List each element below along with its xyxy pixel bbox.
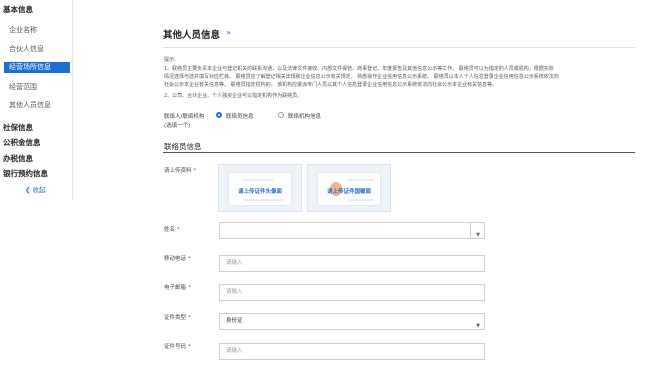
id-type-label: 证件类型 * [164,315,191,321]
required-asterisk: * [188,344,191,350]
sidebar-item-tax-info[interactable]: 办税信息 [0,154,75,164]
sidebar-item-basic-info[interactable]: 基本信息 [0,5,75,15]
chevron-down-icon: ▼ [476,232,480,238]
sidebar-item-partner-info[interactable]: 合伙人信息 [0,44,81,54]
section-title: 联络员信息 [164,142,202,151]
notice-line-1: 1、联络员主要负责本企业与登记机关的联系沟通，以及法律文件接收、内部文件保管、商… [164,66,554,72]
sidebar-item-housing-fund[interactable]: 公积金信息 [0,138,75,148]
name-label: 姓名 * [164,227,180,233]
required-asterisk: * [188,256,191,262]
notice-line-4: 2、公司、合伙企业、个人独资企业可以指定机构作为联络员。 [164,93,303,99]
sidebar-item-other-personnel[interactable]: 其他人员信息 [0,100,81,110]
email-input[interactable]: 请输入 [219,284,485,301]
contact-type-label: 联络人/联络机构 [164,114,205,120]
double-chevron-down-icon[interactable]: » [226,28,231,37]
chevron-down-icon: ▼ [476,323,480,329]
id-type-select[interactable]: 身份证 ▼ [219,313,485,330]
name-select[interactable]: ▼ [219,222,485,239]
sidebar-item-business-scope[interactable]: 经营范围 [0,82,81,92]
upload-id-front[interactable]: 请上传证件头像面 [218,164,302,212]
chevron-left-icon: ❮ [25,186,33,194]
id-number-label: 证件号码 * [164,344,191,350]
sidebar-item-social-security[interactable]: 社保信息 [0,123,75,133]
phone-input[interactable]: 请输入 [219,255,485,272]
phone-label: 移动电话 * [164,256,191,262]
name-dropdown-toggle[interactable]: ▼ [470,223,484,238]
sidebar-item-business-premises[interactable]: 经营场所信息 [4,62,70,73]
required-asterisk: * [188,315,191,321]
sidebar-item-company-name[interactable]: 企业名称 [0,25,81,35]
notice-line-2: 情况选择与选并填写对应栏目。 联络员应了解登记相关法规和企业信息公示有关规定， … [164,74,559,80]
collapse-label: 收起 [32,186,46,194]
contact-type-hint: (选填一个) [164,123,191,129]
radio-contact-person-label[interactable]: 联络员信息 [226,112,254,120]
sidebar-nav: 基本信息 企业名称 合伙人信息 经营场所信息 经营范围 其他人员信息 社保信息 … [0,0,73,200]
required-asterisk: * [188,285,191,291]
upload-id-back[interactable]: 请上传证件国徽面 [307,164,391,212]
required-asterisk: * [177,227,180,233]
section-divider [163,152,635,153]
upload-label: 请上传资料 * [164,168,197,174]
title-divider [163,47,635,48]
email-label: 电子邮箱 * [164,285,191,291]
radio-contact-agency-label[interactable]: 联络机构信息 [288,112,321,120]
radio-contact-person[interactable] [216,112,222,118]
radio-contact-agency[interactable] [278,112,284,118]
notice-line-3: 社会公示本企业有关信息等。 联络员指定机构的， 该机构应委派专门人员以其个人信息… [164,82,498,88]
page-title: 其他人员信息 [163,30,221,41]
upload-back-text: 请上传证件国徽面 [326,189,371,195]
sidebar-item-bank-appointment[interactable]: 银行预约信息 [0,169,75,179]
notice-heading: 提示: [164,57,176,63]
required-asterisk: * [193,168,197,174]
sidebar-collapse-button[interactable]: ❮ 收起 [0,185,97,195]
id-number-input[interactable]: 请输入 [219,343,485,360]
id-type-value: 身份证 [226,318,243,324]
upload-front-text: 请上传证件头像面 [237,189,282,195]
